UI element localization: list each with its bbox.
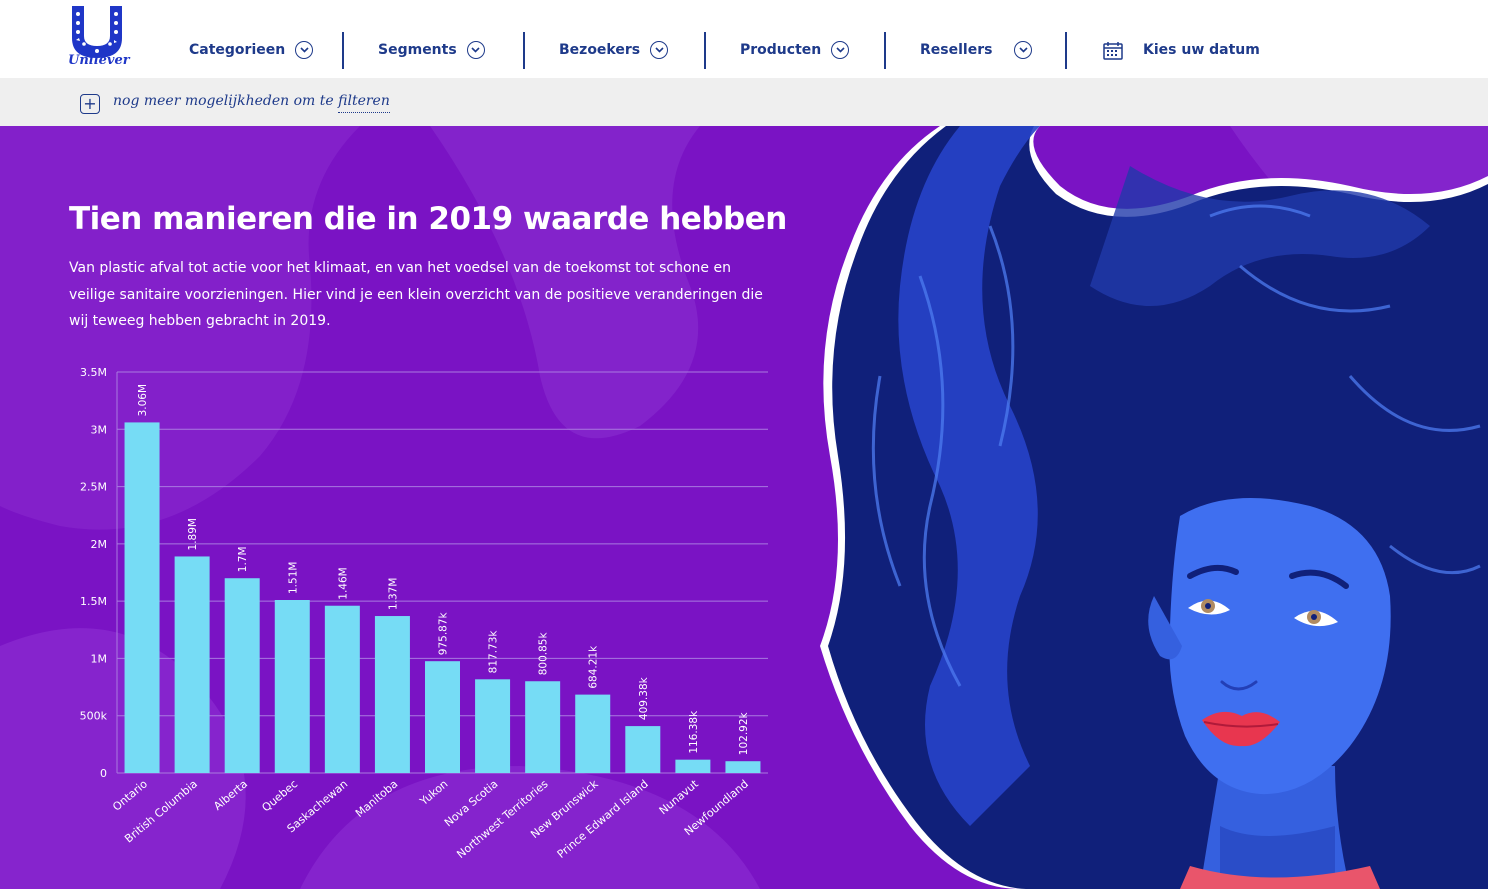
- data-label: 409.38k: [638, 676, 650, 720]
- nav-label: Bezoekers: [559, 42, 641, 58]
- nav-label: Resellers: [920, 42, 993, 58]
- page-description: Van plastic afval tot actie voor het kli…: [69, 260, 763, 329]
- data-label: 1.46M: [337, 567, 349, 599]
- bar[interactable]: [575, 694, 611, 773]
- nav-resellers[interactable]: Resellers: [920, 32, 1033, 68]
- x-tick-label: Alberta: [211, 777, 250, 813]
- data-label: 684.21k: [588, 645, 600, 689]
- data-label: 1.7M: [237, 546, 249, 572]
- nav-segments[interactable]: Segments: [378, 32, 485, 68]
- nav-bezoekers[interactable]: Bezoekers: [559, 32, 669, 68]
- data-label: 1.37M: [387, 578, 399, 610]
- chevron-down-icon: [831, 41, 850, 59]
- x-tick-label: Nunavut: [657, 777, 702, 817]
- nav-divider: [884, 32, 886, 69]
- filter-text: nog meer mogelijkheden om te filteren: [113, 93, 390, 113]
- y-tick-label: 1M: [91, 652, 108, 665]
- x-tick-label: Prince Edward Island: [555, 777, 651, 861]
- bar[interactable]: [725, 761, 761, 773]
- y-tick-label: 1.5M: [80, 595, 107, 608]
- nav-categorieen[interactable]: Categorieen: [189, 32, 314, 68]
- woman-illustration: [820, 126, 1488, 889]
- nav-label: Segments: [378, 42, 457, 58]
- bar[interactable]: [274, 599, 310, 773]
- nav-divider: [523, 32, 525, 69]
- page-title: Tien manieren die in 2019 waarde hebben: [69, 201, 787, 237]
- nav-divider: [704, 32, 706, 69]
- y-tick-label: 3.5M: [80, 366, 107, 379]
- bar[interactable]: [425, 661, 460, 773]
- x-tick-label: Manitoba: [353, 777, 400, 820]
- data-label: 800.85k: [538, 632, 550, 676]
- filter-prefix: nog meer mogelijkheden om te: [113, 93, 334, 109]
- x-tick-label: Quebec: [260, 777, 301, 814]
- chevron-down-icon: [1014, 41, 1033, 59]
- nav-producten[interactable]: Producten: [740, 32, 850, 68]
- bar[interactable]: [475, 679, 511, 773]
- bar[interactable]: [675, 759, 711, 773]
- y-tick-label: 0: [100, 767, 107, 780]
- bar[interactable]: [124, 422, 160, 773]
- nav-divider: [342, 32, 344, 69]
- bar[interactable]: [625, 726, 661, 773]
- data-label: 3.06M: [137, 384, 149, 416]
- nav-label: Producten: [740, 42, 822, 58]
- y-tick-label: 2.5M: [80, 481, 107, 494]
- brand-name: Unilever: [68, 53, 130, 68]
- bar[interactable]: [224, 578, 260, 773]
- calendar-icon: [1103, 41, 1123, 60]
- data-label: 102.92k: [738, 711, 750, 755]
- data-label: 975.87k: [438, 611, 450, 655]
- y-tick-label: 2M: [91, 538, 108, 551]
- y-tick-label: 500k: [80, 710, 108, 723]
- chevron-down-icon: [295, 41, 314, 59]
- chevron-down-icon: [650, 41, 669, 59]
- x-tick-label: Ontario: [110, 777, 150, 813]
- filter-bar: + nog meer mogelijkheden om te filteren: [0, 78, 1488, 126]
- bar[interactable]: [525, 681, 561, 773]
- nav-divider: [1065, 32, 1067, 69]
- data-label: 817.73k: [488, 630, 500, 674]
- data-label: 116.38k: [688, 710, 700, 754]
- data-label: 1.89M: [187, 518, 199, 550]
- bar[interactable]: [324, 605, 360, 773]
- date-picker-button[interactable]: Kies uw datum: [1103, 32, 1260, 68]
- x-tick-label: Northwest Territories: [454, 777, 550, 861]
- plus-icon[interactable]: +: [80, 94, 100, 114]
- top-navigation: Unilever Categorieen Segments Bezoekers …: [0, 0, 1488, 78]
- bar[interactable]: [174, 556, 210, 773]
- filter-link[interactable]: filteren: [338, 93, 390, 113]
- date-label: Kies uw datum: [1143, 42, 1260, 58]
- hero-section: Tien manieren die in 2019 waarde hebben …: [0, 126, 1488, 889]
- nav-label: Categorieen: [189, 42, 286, 58]
- chevron-down-icon: [466, 41, 485, 59]
- data-label: 1.51M: [287, 562, 299, 594]
- bar[interactable]: [374, 616, 410, 773]
- bar-chart: 0 500k 1M 1.5M 2M 2.5M 3M 3.5M 3.06M Ontario 1.89M…: [80, 366, 768, 861]
- y-tick-label: 3M: [91, 423, 108, 436]
- x-tick-label: Yukon: [417, 777, 451, 808]
